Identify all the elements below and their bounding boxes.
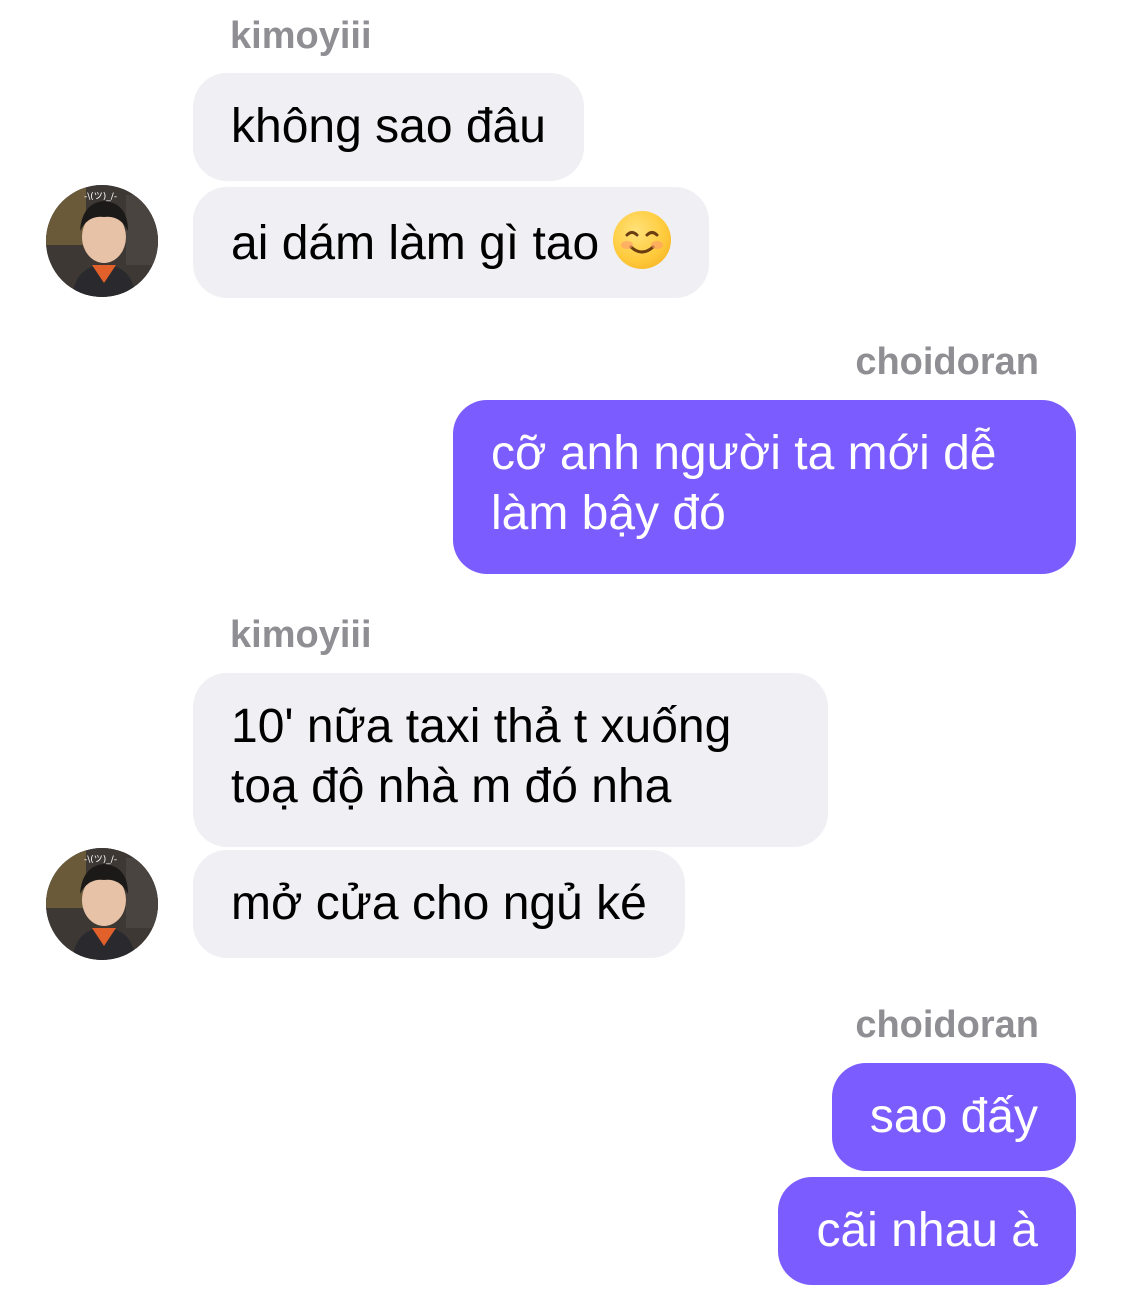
- message-text: cãi nhau à: [816, 1204, 1038, 1257]
- message-text: không sao đâu: [231, 100, 546, 153]
- message-text-line: ai dám làm gì tao: [231, 217, 600, 270]
- message-text-line: cỡ anh người ta mới dễ: [491, 427, 997, 480]
- smiling-face-emoji: [613, 211, 672, 269]
- message-text-line: 10' nữa taxi thả t xuống: [231, 700, 732, 753]
- avatar[interactable]: -\(ツ)_/-: [46, 185, 158, 297]
- message-text: sao đấy: [869, 1090, 1038, 1143]
- sender-name: choidoran: [855, 341, 1039, 383]
- message-bubble-outgoing[interactable]: sao đấy: [831, 1063, 1076, 1171]
- message-bubble-incoming[interactable]: mở cửa cho ngủ ké: [193, 850, 685, 958]
- message-text-line: toạ độ nhà m đó nha: [231, 760, 672, 813]
- svg-text:-\(ツ)_/-: -\(ツ)_/-: [84, 192, 117, 202]
- message-text: ai dám làm gì tao: [231, 211, 672, 274]
- message-text-line: làm bậy đó: [491, 487, 726, 540]
- sender-name: choidoran: [855, 1004, 1039, 1046]
- sender-name: kimoyiii: [230, 15, 372, 57]
- message-bubble-incoming[interactable]: 10' nữa taxi thả t xuống toạ độ nhà m đó…: [193, 673, 828, 847]
- message-text: mở cửa cho ngủ ké: [231, 877, 647, 930]
- svg-text:-\(ツ)_/-: -\(ツ)_/-: [84, 855, 117, 865]
- message-bubble-outgoing[interactable]: cãi nhau à: [778, 1177, 1076, 1285]
- message-bubble-outgoing[interactable]: cỡ anh người ta mới dễ làm bậy đó: [453, 400, 1076, 574]
- message-bubble-incoming[interactable]: ai dám làm gì tao: [193, 187, 710, 298]
- sender-name: kimoyiii: [230, 614, 372, 656]
- message-bubble-incoming[interactable]: không sao đâu: [193, 73, 584, 181]
- avatar[interactable]: -\(ツ)_/-: [46, 848, 158, 960]
